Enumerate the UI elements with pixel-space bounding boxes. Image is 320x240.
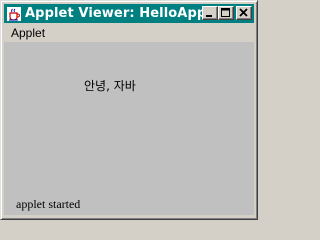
maximize-button[interactable] — [218, 6, 234, 20]
title-bar[interactable]: Applet Viewer: HelloApplet — [4, 4, 254, 23]
menu-bar: Applet — [4, 23, 254, 42]
applet-area[interactable]: 안녕, 자바 applet started — [4, 42, 254, 215]
applet-greeting: 안녕, 자바 — [84, 79, 136, 93]
minimize-button[interactable] — [202, 6, 218, 20]
maximize-icon — [221, 8, 230, 17]
java-cup-icon[interactable] — [6, 6, 22, 22]
applet-viewer-window: Applet Viewer: HelloApplet Applet 안녕, 자바… — [0, 0, 258, 220]
status-message: applet started — [16, 197, 81, 211]
close-icon — [239, 8, 248, 17]
menu-applet[interactable]: Applet — [4, 24, 51, 42]
close-button[interactable] — [236, 6, 252, 20]
window-controls — [202, 6, 252, 20]
minimize-icon — [206, 15, 212, 17]
window-title: Applet Viewer: HelloApplet — [25, 6, 227, 21]
